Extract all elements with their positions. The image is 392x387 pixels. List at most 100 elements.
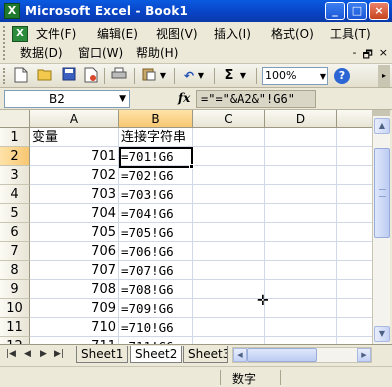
cell-c8[interactable]: [193, 261, 265, 280]
row-header-3[interactable]: 3: [0, 166, 30, 185]
cell-b5[interactable]: =704!G6: [119, 204, 193, 223]
row-header-11[interactable]: 11: [0, 318, 30, 337]
permission-icon[interactable]: [82, 67, 100, 85]
menu-help[interactable]: 帮助(H): [136, 44, 178, 61]
maximize-button[interactable]: □: [347, 2, 367, 20]
cell-d2[interactable]: [265, 147, 337, 166]
cell-b10[interactable]: =709!G6: [119, 299, 193, 318]
row-header-8[interactable]: 8: [0, 261, 30, 280]
scroll-left-button[interactable]: ◀: [233, 348, 247, 362]
cell-d3[interactable]: [265, 166, 337, 185]
cell-d1[interactable]: [265, 128, 337, 147]
cell-b4[interactable]: =703!G6: [119, 185, 193, 204]
column-header-a[interactable]: A: [30, 110, 119, 128]
cell-a9[interactable]: 708: [30, 280, 119, 299]
column-header-b[interactable]: B: [119, 110, 193, 128]
new-icon[interactable]: [12, 67, 30, 85]
cell-a4[interactable]: 703: [30, 185, 119, 204]
cell-b2[interactable]: =701!G6: [119, 147, 193, 166]
cell-d10[interactable]: [265, 299, 337, 318]
cell-b3[interactable]: =702!G6: [119, 166, 193, 185]
cell-b6[interactable]: =705!G6: [119, 223, 193, 242]
paste-icon[interactable]: [140, 67, 158, 85]
cell-a12[interactable]: 711: [30, 337, 119, 344]
row-header-9[interactable]: 9: [0, 280, 30, 299]
fill-handle[interactable]: [189, 164, 194, 169]
cell-e4[interactable]: [337, 185, 372, 204]
cell-d5[interactable]: [265, 204, 337, 223]
cell-c9[interactable]: [193, 280, 265, 299]
open-icon[interactable]: [36, 67, 54, 85]
menu-grip-handle[interactable]: [3, 26, 7, 60]
cell-b8[interactable]: =707!G6: [119, 261, 193, 280]
menu-edit[interactable]: 编辑(E): [97, 25, 138, 42]
close-button[interactable]: ×: [369, 2, 389, 20]
vertical-scrollbar[interactable]: ▲ ▼: [372, 110, 390, 344]
name-box[interactable]: B2 ▼: [4, 90, 130, 108]
sheet-tab-1[interactable]: Sheet1: [76, 346, 129, 363]
cell-a2[interactable]: 701: [30, 147, 119, 166]
cell-e8[interactable]: [337, 261, 372, 280]
worksheet-grid[interactable]: A B C D 1 变量 连接字符串 2 701 =701!G6 3 702 =702!G6 4 7…: [0, 110, 372, 344]
cell-b1[interactable]: 连接字符串: [119, 128, 193, 147]
zoom-select[interactable]: 100% ▼: [262, 67, 328, 85]
excel-app-icon[interactable]: X: [4, 3, 20, 19]
scroll-down-button[interactable]: ▼: [374, 326, 390, 342]
select-all-button[interactable]: [0, 110, 30, 128]
prev-sheet-button[interactable]: ◀: [24, 349, 31, 359]
autosum-icon[interactable]: Σ: [220, 67, 238, 85]
chevron-down-icon[interactable]: ▼: [320, 69, 326, 85]
print-icon[interactable]: [110, 67, 128, 85]
cell-c4[interactable]: [193, 185, 265, 204]
row-header-7[interactable]: 7: [0, 242, 30, 261]
cell-c12[interactable]: [193, 337, 265, 344]
next-sheet-button[interactable]: ▶: [40, 349, 47, 359]
doc-minimize-button[interactable]: -: [352, 46, 356, 65]
save-icon[interactable]: [60, 67, 78, 85]
cell-e9[interactable]: [337, 280, 372, 299]
workbook-icon[interactable]: X: [12, 26, 28, 42]
cell-d4[interactable]: [265, 185, 337, 204]
menu-data[interactable]: 数据(D): [20, 44, 63, 61]
cell-c5[interactable]: [193, 204, 265, 223]
row-header-6[interactable]: 6: [0, 223, 30, 242]
menu-window[interactable]: 窗口(W): [78, 44, 123, 61]
cell-e3[interactable]: [337, 166, 372, 185]
row-header-5[interactable]: 5: [0, 204, 30, 223]
row-header-2[interactable]: 2: [0, 147, 30, 166]
cell-b11[interactable]: =710!G6: [119, 318, 193, 337]
menu-format[interactable]: 格式(O): [271, 25, 314, 42]
cell-b9[interactable]: =708!G6: [119, 280, 193, 299]
cell-a5[interactable]: 704: [30, 204, 119, 223]
cell-e6[interactable]: [337, 223, 372, 242]
menu-file[interactable]: 文件(F): [36, 25, 76, 42]
cell-a11[interactable]: 710: [30, 318, 119, 337]
help-icon[interactable]: ?: [334, 68, 350, 84]
cell-d11[interactable]: [265, 318, 337, 337]
cell-a3[interactable]: 702: [30, 166, 119, 185]
row-header-4[interactable]: 4: [0, 185, 30, 204]
cell-c3[interactable]: [193, 166, 265, 185]
column-header-d[interactable]: D: [265, 110, 337, 128]
vertical-scroll-thumb[interactable]: [374, 148, 390, 238]
toolbar-grip-handle[interactable]: [3, 68, 7, 84]
doc-restore-button[interactable]: 🗗: [362, 46, 372, 65]
cell-d7[interactable]: [265, 242, 337, 261]
toolbar-options-button[interactable]: ▸: [378, 65, 390, 87]
cell-a8[interactable]: 707: [30, 261, 119, 280]
scroll-up-button[interactable]: ▲: [374, 118, 390, 134]
cell-c11[interactable]: [193, 318, 265, 337]
row-header-10[interactable]: 10: [0, 299, 30, 318]
cell-e2[interactable]: [337, 147, 372, 166]
scroll-right-button[interactable]: ▶: [357, 348, 371, 362]
cell-d9[interactable]: [265, 280, 337, 299]
cell-e5[interactable]: [337, 204, 372, 223]
insert-function-icon[interactable]: fx: [178, 91, 190, 105]
minimize-button[interactable]: _: [325, 2, 345, 20]
cell-d8[interactable]: [265, 261, 337, 280]
undo-dropdown-icon[interactable]: ▼: [196, 67, 206, 85]
cell-a10[interactable]: 709: [30, 299, 119, 318]
cell-e12[interactable]: [337, 337, 372, 344]
chevron-down-icon[interactable]: ▼: [119, 91, 126, 107]
menu-tools[interactable]: 工具(T): [330, 25, 371, 42]
